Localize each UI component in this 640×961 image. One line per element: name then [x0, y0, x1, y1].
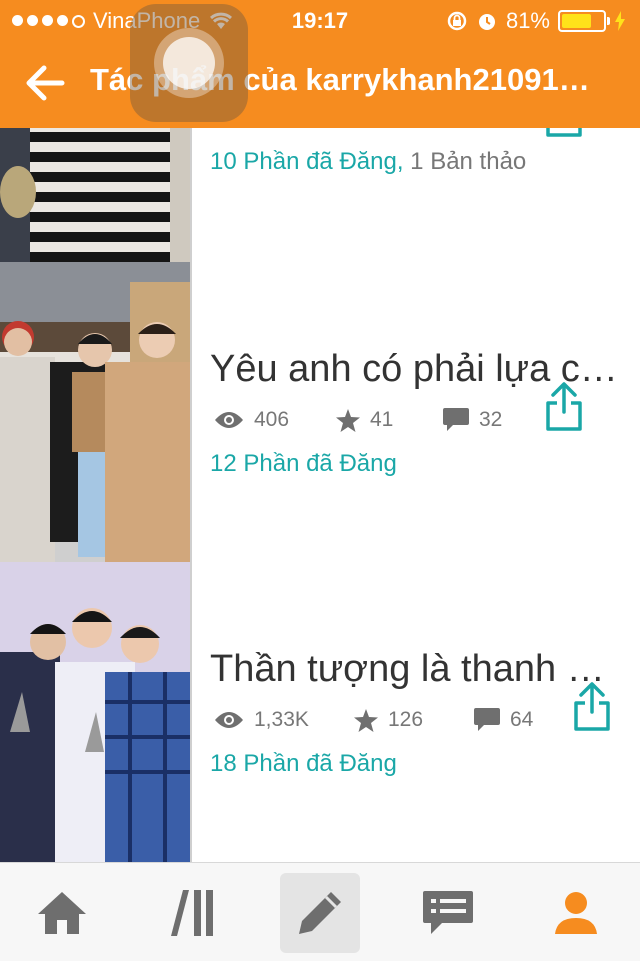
- story-parts-count: 10 Phần đã Đăng, 1 Bản thảo: [210, 148, 527, 175]
- bottom-tab-bar: [0, 862, 640, 961]
- story-cover-image[interactable]: [0, 128, 192, 262]
- story-parts-count: 12 Phần đã Đăng: [210, 450, 397, 477]
- app-header: VinaPhone 19:17 81% Tác phẩm của karrykh…: [0, 0, 640, 128]
- story-cover-image[interactable]: [0, 562, 192, 862]
- profile-icon: [555, 892, 597, 934]
- title-bar: Tác phẩm của karrykhanh21091…: [0, 40, 640, 128]
- story-list: 10 Phần đã Đăng, 1 Bản thảo Yêu anh có p…: [0, 128, 640, 862]
- star-icon: [336, 408, 360, 432]
- battery-percent: 81%: [505, 8, 550, 33]
- comment-icon: [474, 708, 500, 731]
- assistive-touch-button[interactable]: [130, 4, 248, 122]
- read-count: 406: [254, 408, 290, 431]
- messages-icon: [423, 891, 473, 934]
- charging-icon: [615, 11, 625, 31]
- read-count: 1,33K: [254, 708, 309, 731]
- eye-icon: [215, 712, 243, 728]
- story-item[interactable]: Yêu anh có phải lựa ch… 406 41 32 12 Phầ…: [0, 262, 640, 563]
- alarm-icon: [478, 14, 495, 30]
- vote-count: 41: [370, 408, 394, 431]
- tab-write[interactable]: [280, 873, 360, 953]
- story-title[interactable]: Thần tượng là thanh m…: [210, 648, 620, 691]
- tab-profile[interactable]: [536, 873, 616, 953]
- story-cover-image[interactable]: [0, 262, 192, 562]
- battery-icon: [558, 10, 610, 32]
- comment-count: 64: [510, 708, 534, 731]
- story-stats: 1,33K 126 64: [214, 708, 533, 732]
- tab-library[interactable]: [152, 873, 232, 953]
- vote-count: 126: [388, 708, 424, 731]
- tab-messages[interactable]: [408, 873, 488, 953]
- comment-icon: [443, 408, 469, 431]
- eye-icon: [215, 412, 243, 428]
- share-icon[interactable]: [544, 382, 584, 432]
- story-parts-count: 18 Phần đã Đăng: [210, 750, 397, 777]
- home-icon: [38, 892, 86, 934]
- star-icon: [354, 708, 378, 732]
- story-draft-count: 1 Bản thảo: [410, 148, 527, 175]
- rotation-lock-icon: [447, 11, 467, 31]
- story-item[interactable]: Thần tượng là thanh m… 1,33K 126 64 18 P…: [0, 562, 640, 862]
- story-item[interactable]: 10 Phần đã Đăng, 1 Bản thảo: [0, 128, 640, 263]
- tab-home[interactable]: [22, 873, 102, 953]
- share-icon[interactable]: [572, 682, 612, 732]
- write-icon: [299, 892, 341, 934]
- story-stats: 406 41 32: [214, 408, 502, 432]
- library-icon: [171, 890, 213, 936]
- share-icon[interactable]: [544, 128, 584, 138]
- status-bar: VinaPhone 19:17 81%: [0, 0, 640, 40]
- back-arrow-icon[interactable]: [22, 60, 68, 106]
- comment-count: 32: [479, 408, 503, 431]
